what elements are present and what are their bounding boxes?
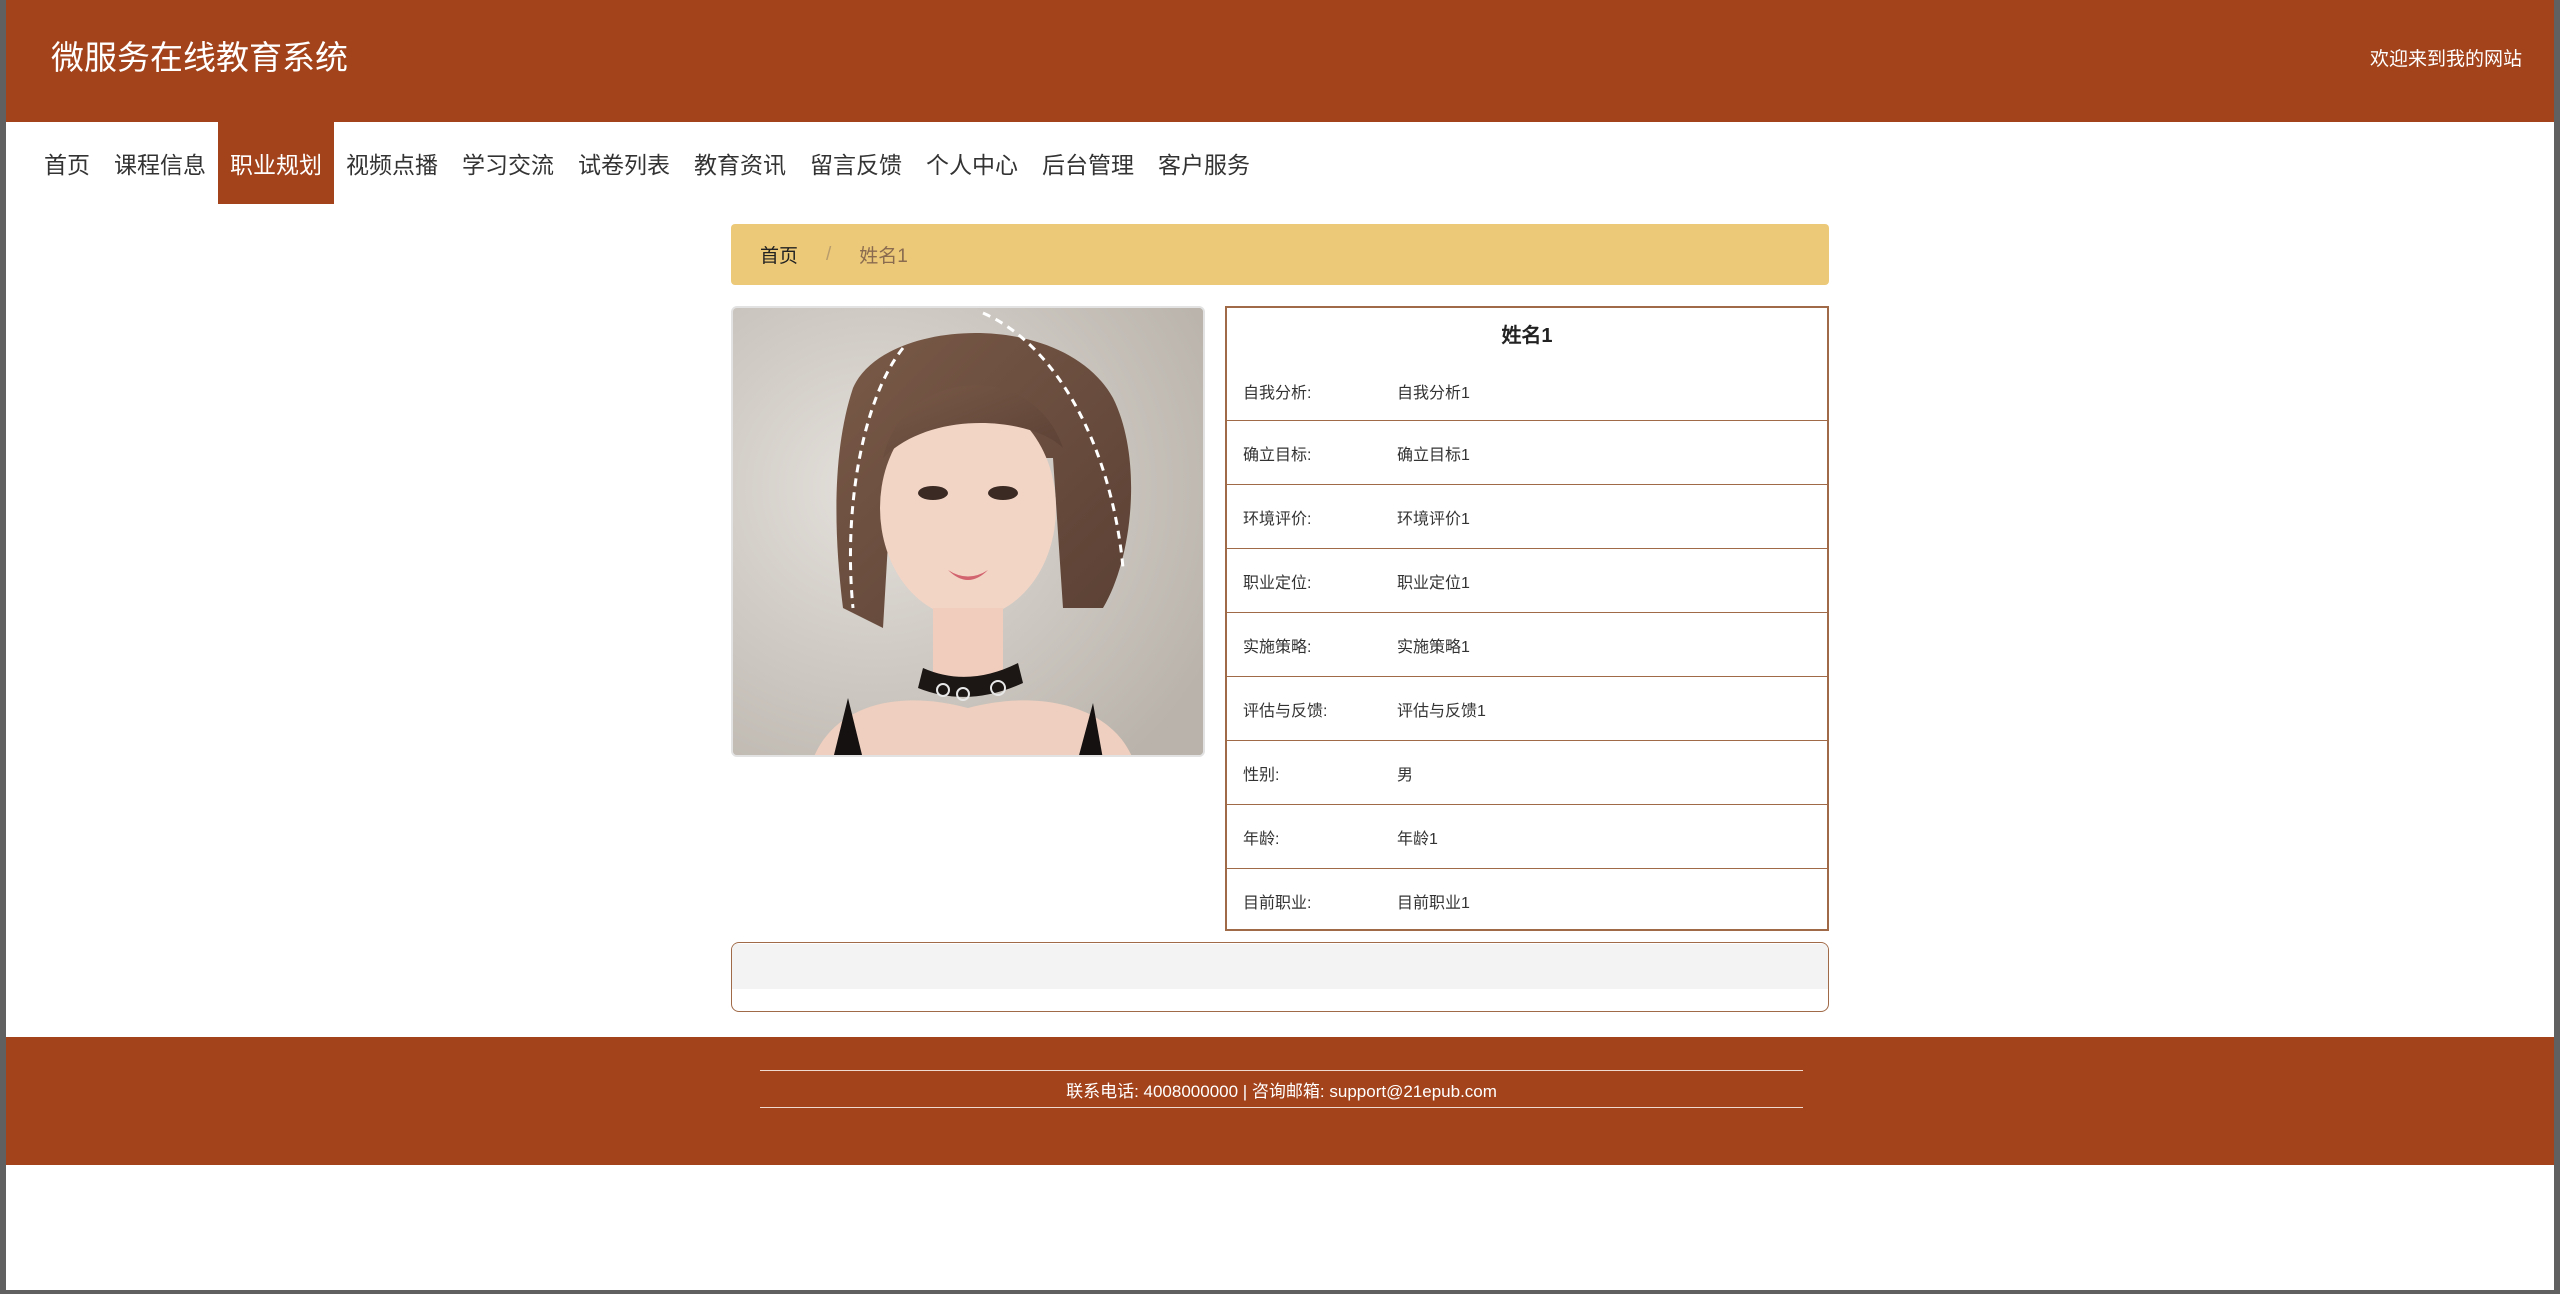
portrait-image	[733, 308, 1203, 755]
info-row-gender: 性别: 男	[1227, 741, 1827, 805]
welcome-text: 欢迎来到我的网站	[2369, 49, 2522, 70]
nav-item-courses[interactable]: 课程信息	[102, 122, 218, 204]
career-info-card: 姓名1 自我分析: 自我分析1 确立目标: 确立目标1 环境评价: 环境评价1 …	[1225, 306, 1829, 931]
nav-item-home[interactable]: 首页	[32, 122, 102, 204]
comment-panel	[731, 942, 1829, 1012]
main-content: 首页 / 姓名1 姓名1 自我分析: 自我分析1 确立目标: 确立目标1 环境评…	[731, 224, 1829, 1012]
nav-item-video-on-demand[interactable]: 视频点播	[334, 122, 450, 204]
row-value: 确立目标1	[1397, 446, 1470, 464]
row-label: 年龄:	[1243, 830, 1280, 848]
row-value: 评估与反馈1	[1397, 702, 1486, 720]
browser-page: 微服务在线教育系统 欢迎来到我的网站 首页 课程信息 职业规划 视频点播 学习交…	[6, 0, 2554, 1290]
nav-item-career-planning[interactable]: 职业规划	[218, 122, 334, 204]
info-row-evaluation: 评估与反馈: 评估与反馈1	[1227, 677, 1827, 741]
row-label: 确立目标:	[1243, 446, 1312, 464]
row-label: 环境评价:	[1243, 510, 1312, 528]
row-label: 职业定位:	[1243, 574, 1312, 592]
row-value: 环境评价1	[1397, 510, 1470, 528]
nav-item-customer-service[interactable]: 客户服务	[1146, 122, 1262, 204]
footer-divider	[760, 1070, 1803, 1071]
info-row-self-analysis: 自我分析: 自我分析1	[1227, 359, 1827, 421]
info-row-career-position: 职业定位: 职业定位1	[1227, 549, 1827, 613]
site-title[interactable]: 微服务在线教育系统	[51, 38, 348, 78]
breadcrumb-current: 姓名1	[859, 246, 908, 267]
row-value: 职业定位1	[1397, 574, 1470, 592]
row-label: 性别:	[1243, 766, 1280, 784]
row-label: 自我分析:	[1243, 385, 1312, 402]
row-label: 实施策略:	[1243, 638, 1312, 656]
nav-item-study-exchange[interactable]: 学习交流	[450, 122, 566, 204]
site-header: 微服务在线教育系统 欢迎来到我的网站	[6, 0, 2554, 122]
footer-divider	[760, 1107, 1803, 1108]
nav-item-exam-list[interactable]: 试卷列表	[566, 122, 682, 204]
breadcrumb-separator: /	[826, 243, 832, 265]
row-value: 男	[1397, 766, 1414, 784]
nav-item-feedback[interactable]: 留言反馈	[798, 122, 914, 204]
row-value: 目前职业1	[1397, 895, 1470, 912]
row-value: 自我分析1	[1397, 385, 1470, 402]
nav-item-admin[interactable]: 后台管理	[1030, 122, 1146, 204]
detail-section: 姓名1 自我分析: 自我分析1 确立目标: 确立目标1 环境评价: 环境评价1 …	[731, 306, 1829, 931]
profile-photo	[731, 306, 1205, 757]
footer-contact: 联系电话: 4008000000 | 咨询邮箱: support@21epub.…	[1066, 1082, 1497, 1101]
main-nav: 首页 课程信息 职业规划 视频点播 学习交流 试卷列表 教育资讯 留言反馈 个人…	[6, 122, 2554, 204]
breadcrumb: 首页 / 姓名1	[731, 224, 1829, 285]
row-value: 实施策略1	[1397, 638, 1470, 656]
info-row-strategy: 实施策略: 实施策略1	[1227, 613, 1827, 677]
nav-item-education-news[interactable]: 教育资讯	[682, 122, 798, 204]
row-value: 年龄1	[1397, 830, 1438, 848]
nav-item-personal-center[interactable]: 个人中心	[914, 122, 1030, 204]
info-row-age: 年龄: 年龄1	[1227, 805, 1827, 869]
comment-panel-header	[732, 944, 1828, 989]
breadcrumb-home-link[interactable]: 首页	[760, 241, 798, 268]
site-footer: 联系电话: 4008000000 | 咨询邮箱: support@21epub.…	[6, 1037, 2554, 1165]
info-row-goal: 确立目标: 确立目标1	[1227, 421, 1827, 485]
row-label: 目前职业:	[1243, 895, 1312, 912]
info-row-current-job: 目前职业: 目前职业1	[1227, 869, 1827, 933]
row-label: 评估与反馈:	[1243, 702, 1328, 720]
info-row-environment: 环境评价: 环境评价1	[1227, 485, 1827, 549]
person-name-title: 姓名1	[1501, 325, 1553, 347]
